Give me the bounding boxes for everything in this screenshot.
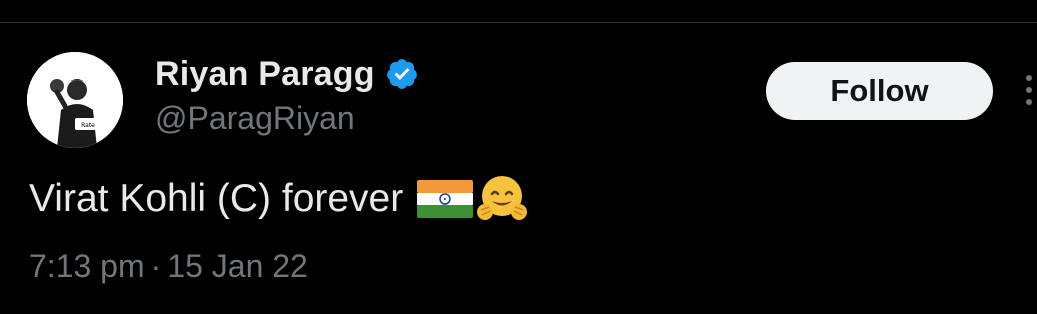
- follow-button[interactable]: Follow: [766, 62, 993, 120]
- tweet-timestamp[interactable]: 7:13 pm · 15 Jan 22: [29, 248, 308, 285]
- author-handle[interactable]: @ParagRiyan: [155, 100, 355, 137]
- author-display-name[interactable]: Riyan Paragg: [155, 55, 375, 94]
- top-divider: [0, 22, 1037, 23]
- verified-badge-icon: [386, 59, 417, 89]
- author-name-row: Riyan Paragg: [155, 52, 419, 96]
- more-vertical-icon[interactable]: [1020, 72, 1037, 112]
- svg-text:Rate: Rate: [81, 122, 95, 129]
- avatar[interactable]: Rate: [27, 52, 123, 148]
- timestamp-separator: ·: [150, 248, 162, 284]
- tweet-date: 15 Jan 22: [167, 248, 308, 284]
- india-flag-icon: [417, 180, 474, 218]
- cricketer-avatar-icon: Rate: [27, 52, 123, 148]
- hugging-face-icon: [477, 176, 528, 220]
- tweet-time: 7:13 pm: [29, 248, 145, 284]
- tweet-text: Virat Kohli (C) forever: [29, 177, 404, 220]
- tweet-body: Virat Kohli (C) forever: [29, 174, 529, 224]
